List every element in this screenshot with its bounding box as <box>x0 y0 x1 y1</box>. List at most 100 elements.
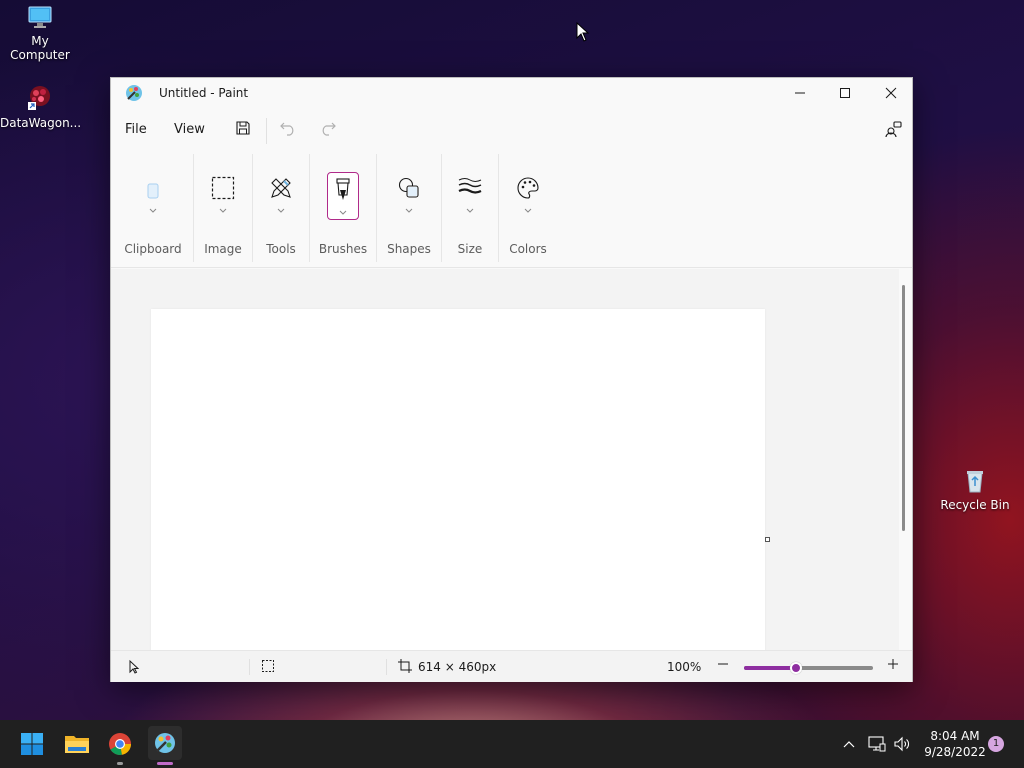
ribbon-group-brushes[interactable]: Brushes <box>311 150 375 268</box>
desktop-icon-datawagon[interactable]: DataWagon... <box>0 84 82 130</box>
cursor-position-icon <box>129 659 140 674</box>
taskbar-chrome[interactable] <box>104 728 136 760</box>
close-button[interactable] <box>868 78 914 108</box>
start-button[interactable] <box>16 728 48 760</box>
chevron-down-icon <box>219 208 227 213</box>
chevron-down-icon <box>466 208 474 213</box>
ribbon-group-label: Size <box>457 242 483 256</box>
recycle-bin-icon <box>967 471 983 493</box>
shapes-icon <box>398 177 419 198</box>
minimize-icon <box>795 92 805 94</box>
ribbon-group-label: Colors <box>509 242 547 256</box>
ribbon-group-label: Clipboard <box>124 242 182 256</box>
maximize-button[interactable] <box>822 78 868 108</box>
status-separator <box>249 659 250 675</box>
clock-date: 9/28/2022 <box>924 745 986 759</box>
select-rectangle-icon <box>211 176 235 200</box>
menu-file[interactable]: File <box>125 122 147 137</box>
ribbon-group-clipboard[interactable]: Clipboard <box>119 150 187 268</box>
tray-network[interactable] <box>868 720 886 768</box>
notification-badge[interactable]: 1 <box>988 736 1004 752</box>
close-icon <box>885 87 897 99</box>
zoom-out-icon[interactable] <box>716 657 730 671</box>
zoom-slider[interactable] <box>744 662 873 674</box>
zoom-in-icon[interactable] <box>886 657 900 671</box>
canvas-area <box>111 269 899 650</box>
vertical-scrollbar[interactable] <box>902 285 905 531</box>
color-palette-icon <box>517 177 539 199</box>
clock-time: 8:04 AM <box>930 729 980 743</box>
chevron-down-icon <box>339 210 347 215</box>
chevron-down-icon <box>405 208 413 213</box>
desktop-icon-label: My Computer <box>10 34 70 62</box>
zoom-level-text[interactable]: 100% <box>667 660 701 674</box>
ribbon-separator <box>309 154 310 262</box>
brush-icon <box>336 178 350 200</box>
menu-view[interactable]: View <box>174 122 205 137</box>
title-bar[interactable]: Untitled - Paint <box>111 78 912 108</box>
desktop-icon-label: DataWagon... <box>0 116 82 130</box>
canvas-size-icon <box>398 659 412 673</box>
tray-volume[interactable] <box>893 720 911 768</box>
menu-separator <box>266 118 267 144</box>
maximize-icon <box>840 88 850 98</box>
monitor-icon <box>28 6 52 28</box>
taskbar: 8:04 AM 9/28/2022 <box>0 720 1024 768</box>
clipboard-icon <box>147 183 159 199</box>
zoom-slider-fill <box>744 666 796 670</box>
pencil-tools-icon <box>271 178 291 198</box>
datawagon-icon <box>28 86 50 110</box>
desktop-icon-recycle-bin[interactable]: Recycle Bin <box>935 468 1015 512</box>
ribbon-group-image[interactable]: Image <box>195 150 251 268</box>
ribbon-toolbar: Clipboard Image Tools Brushes Shapes Siz… <box>111 150 912 268</box>
canvas-resize-handle[interactable] <box>765 537 770 542</box>
canvas-size-text: 614 × 460px <box>418 660 497 674</box>
chevron-up-icon <box>843 741 855 748</box>
save-icon[interactable] <box>235 120 251 136</box>
ribbon-group-shapes[interactable]: Shapes <box>378 150 440 268</box>
redo-icon[interactable] <box>319 120 337 136</box>
taskbar-paint[interactable] <box>148 726 182 760</box>
ribbon-group-colors[interactable]: Colors <box>500 150 556 268</box>
taskbar-file-explorer[interactable] <box>61 728 93 760</box>
chevron-down-icon <box>277 208 285 213</box>
speaker-icon <box>894 736 909 752</box>
paint-app-icon <box>126 85 142 101</box>
minimize-button[interactable] <box>777 78 823 108</box>
zoom-slider-thumb[interactable] <box>789 662 802 674</box>
network-icon <box>868 736 886 752</box>
chevron-down-icon <box>149 208 157 213</box>
ribbon-group-label: Image <box>204 242 242 256</box>
ribbon-group-tools[interactable]: Tools <box>254 150 308 268</box>
undo-icon[interactable] <box>279 120 297 136</box>
paint-window: Untitled - Paint File View Clipboard Ima… <box>110 77 913 682</box>
drawing-canvas[interactable] <box>151 309 765 650</box>
ribbon-separator <box>498 154 499 262</box>
ribbon-separator <box>376 154 377 262</box>
account-share-icon[interactable] <box>885 120 903 138</box>
window-title: Untitled - Paint <box>159 86 249 100</box>
ribbon-group-label: Tools <box>266 242 296 256</box>
line-size-icon <box>458 178 482 194</box>
ribbon-separator <box>252 154 253 262</box>
tray-overflow-button[interactable] <box>842 720 856 768</box>
ribbon-group-size[interactable]: Size <box>443 150 497 268</box>
chrome-icon <box>109 733 131 755</box>
menu-bar: File View <box>111 108 912 150</box>
mouse-cursor-icon <box>576 22 590 42</box>
chevron-down-icon <box>524 208 532 213</box>
paint-app-icon <box>155 733 175 753</box>
status-separator <box>386 659 387 675</box>
desktop-icon-my-computer[interactable]: My Computer <box>0 6 80 62</box>
folder-icon <box>65 736 89 753</box>
ribbon-separator <box>193 154 194 262</box>
selection-size-icon <box>262 660 274 672</box>
ribbon-separator <box>441 154 442 262</box>
ribbon-group-label: Shapes <box>387 242 431 256</box>
ribbon-group-label: Brushes <box>318 242 368 256</box>
active-indicator <box>157 762 173 765</box>
windows-logo-icon <box>21 733 43 755</box>
taskbar-clock[interactable]: 8:04 AM 9/28/2022 <box>920 728 990 760</box>
status-bar: 614 × 460px 100% <box>111 650 912 682</box>
desktop-icon-label: Recycle Bin <box>940 498 1010 512</box>
